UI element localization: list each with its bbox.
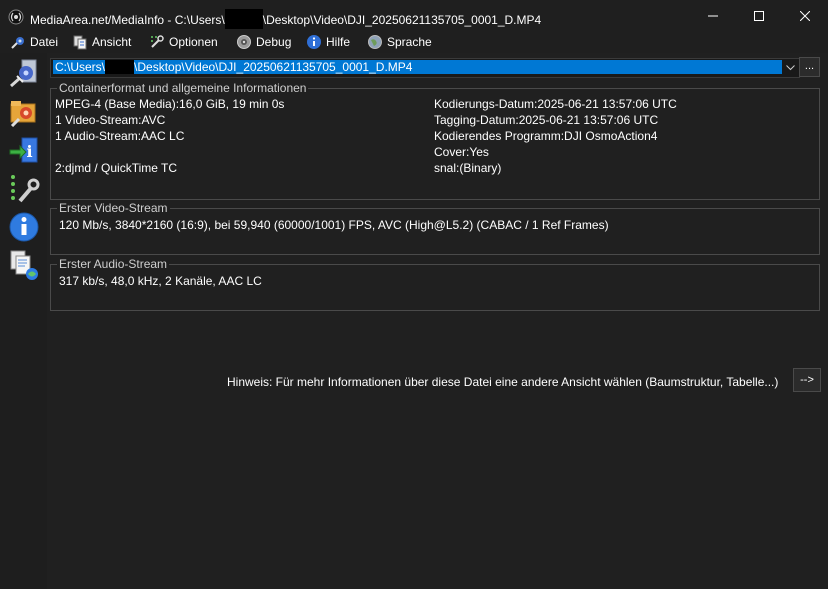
menu-hilfe-label: Hilfe — [326, 35, 351, 49]
menu-debug[interactable]: Debug — [236, 34, 291, 50]
menu-optionen-label: Optionen — [169, 35, 218, 49]
menu-ansicht[interactable]: Ansicht — [72, 34, 131, 50]
audio-stream-title: Erster Audio-Stream — [57, 257, 170, 271]
close-button[interactable] — [782, 0, 828, 32]
minimize-button[interactable] — [690, 0, 736, 32]
audio-stream-info: 317 kb/s, 48,0 kHz, 2 Kanäle, AAC LC — [59, 274, 262, 288]
file-path-prefix: C:\Users\ — [55, 60, 106, 74]
mediainfo-app-icon — [8, 9, 24, 25]
redacted-username — [224, 9, 263, 29]
file-icon — [11, 37, 24, 49]
help-icon — [307, 35, 321, 49]
menu-hilfe[interactable]: Hilfe — [306, 34, 350, 50]
general-encoded-date: Kodierungs-Datum:2025-06-21 13:57:06 UTC — [434, 97, 677, 111]
menu-debug-label: Debug — [256, 35, 292, 49]
open-folder-icon[interactable] — [8, 95, 40, 127]
menu-ansicht-label: Ansicht — [92, 35, 132, 49]
export-icon[interactable]: i — [8, 135, 40, 167]
close-icon — [800, 11, 810, 21]
view-icon — [73, 35, 87, 50]
language-icon — [368, 35, 382, 49]
hint-text: Hinweis: Für mehr Informationen über die… — [227, 375, 779, 389]
video-stream-info: 120 Mb/s, 3840*2160 (16:9), bei 59,940 (… — [59, 218, 609, 232]
general-snal: snal:(Binary) — [434, 161, 502, 175]
debug-icon — [237, 35, 251, 49]
menu-optionen[interactable]: Optionen — [149, 34, 218, 50]
general-video-streams: 1 Video-Stream:AVC — [55, 113, 166, 127]
redacted-username-path — [105, 60, 135, 74]
general-info-title: Containerformat und allgemeine Informati… — [57, 81, 309, 95]
window-title-prefix: MediaArea.net/MediaInfo - C:\Users\ — [30, 13, 225, 27]
general-writing-application: Kodierendes Programm:DJI OsmoAction4 — [434, 129, 658, 143]
menu-bar: Datei Ansicht Optionen Debug Hilfe Sprac… — [0, 32, 828, 52]
maximize-button[interactable] — [736, 0, 782, 32]
menu-datei[interactable]: Datei — [10, 34, 58, 50]
general-audio-streams: 1 Audio-Stream:AAC LC — [55, 129, 185, 143]
file-path-field[interactable]: C:\Users\ \Desktop\Video\DJI_202506211357… — [53, 60, 782, 74]
file-path-suffix: \Desktop\Video\DJI_20250621135705_0001_D… — [134, 60, 413, 74]
menu-datei-label: Datei — [30, 35, 59, 49]
change-view-button[interactable]: --> — [793, 368, 821, 392]
file-selector[interactable]: C:\Users\ \Desktop\Video\DJI_202506211357… — [50, 58, 800, 78]
knowledge-base-icon[interactable] — [8, 249, 40, 281]
general-cover: Cover:Yes — [434, 145, 489, 159]
preferences-icon[interactable] — [8, 173, 40, 205]
about-icon[interactable] — [8, 211, 40, 243]
general-other-streams: 2:djmd / QuickTime TC — [55, 161, 178, 175]
minimize-icon — [708, 15, 718, 17]
file-dropdown-button[interactable] — [782, 59, 799, 77]
general-tagged-date: Tagging-Datum:2025-06-21 13:57:06 UTC — [434, 113, 659, 127]
maximize-icon — [754, 11, 764, 21]
window-title: MediaArea.net/MediaInfo - C:\Users\ \Desk… — [30, 9, 541, 29]
browse-button[interactable]: ... — [799, 57, 820, 77]
sidebar: i — [0, 53, 47, 589]
menu-sprache-label: Sprache — [387, 35, 432, 49]
video-stream-title: Erster Video-Stream — [57, 201, 170, 215]
open-file-icon[interactable] — [8, 57, 40, 89]
window-title-suffix: \Desktop\Video\DJI_20250621135705_0001_D… — [262, 13, 542, 27]
chevron-down-icon — [786, 65, 795, 71]
general-container-format: MPEG-4 (Base Media):16,0 GiB, 19 min 0s — [55, 97, 285, 111]
title-bar: MediaArea.net/MediaInfo - C:\Users\ \Desk… — [0, 0, 828, 32]
svg-text:i: i — [26, 142, 32, 161]
menu-sprache[interactable]: Sprache — [367, 34, 432, 50]
options-icon — [151, 35, 164, 48]
